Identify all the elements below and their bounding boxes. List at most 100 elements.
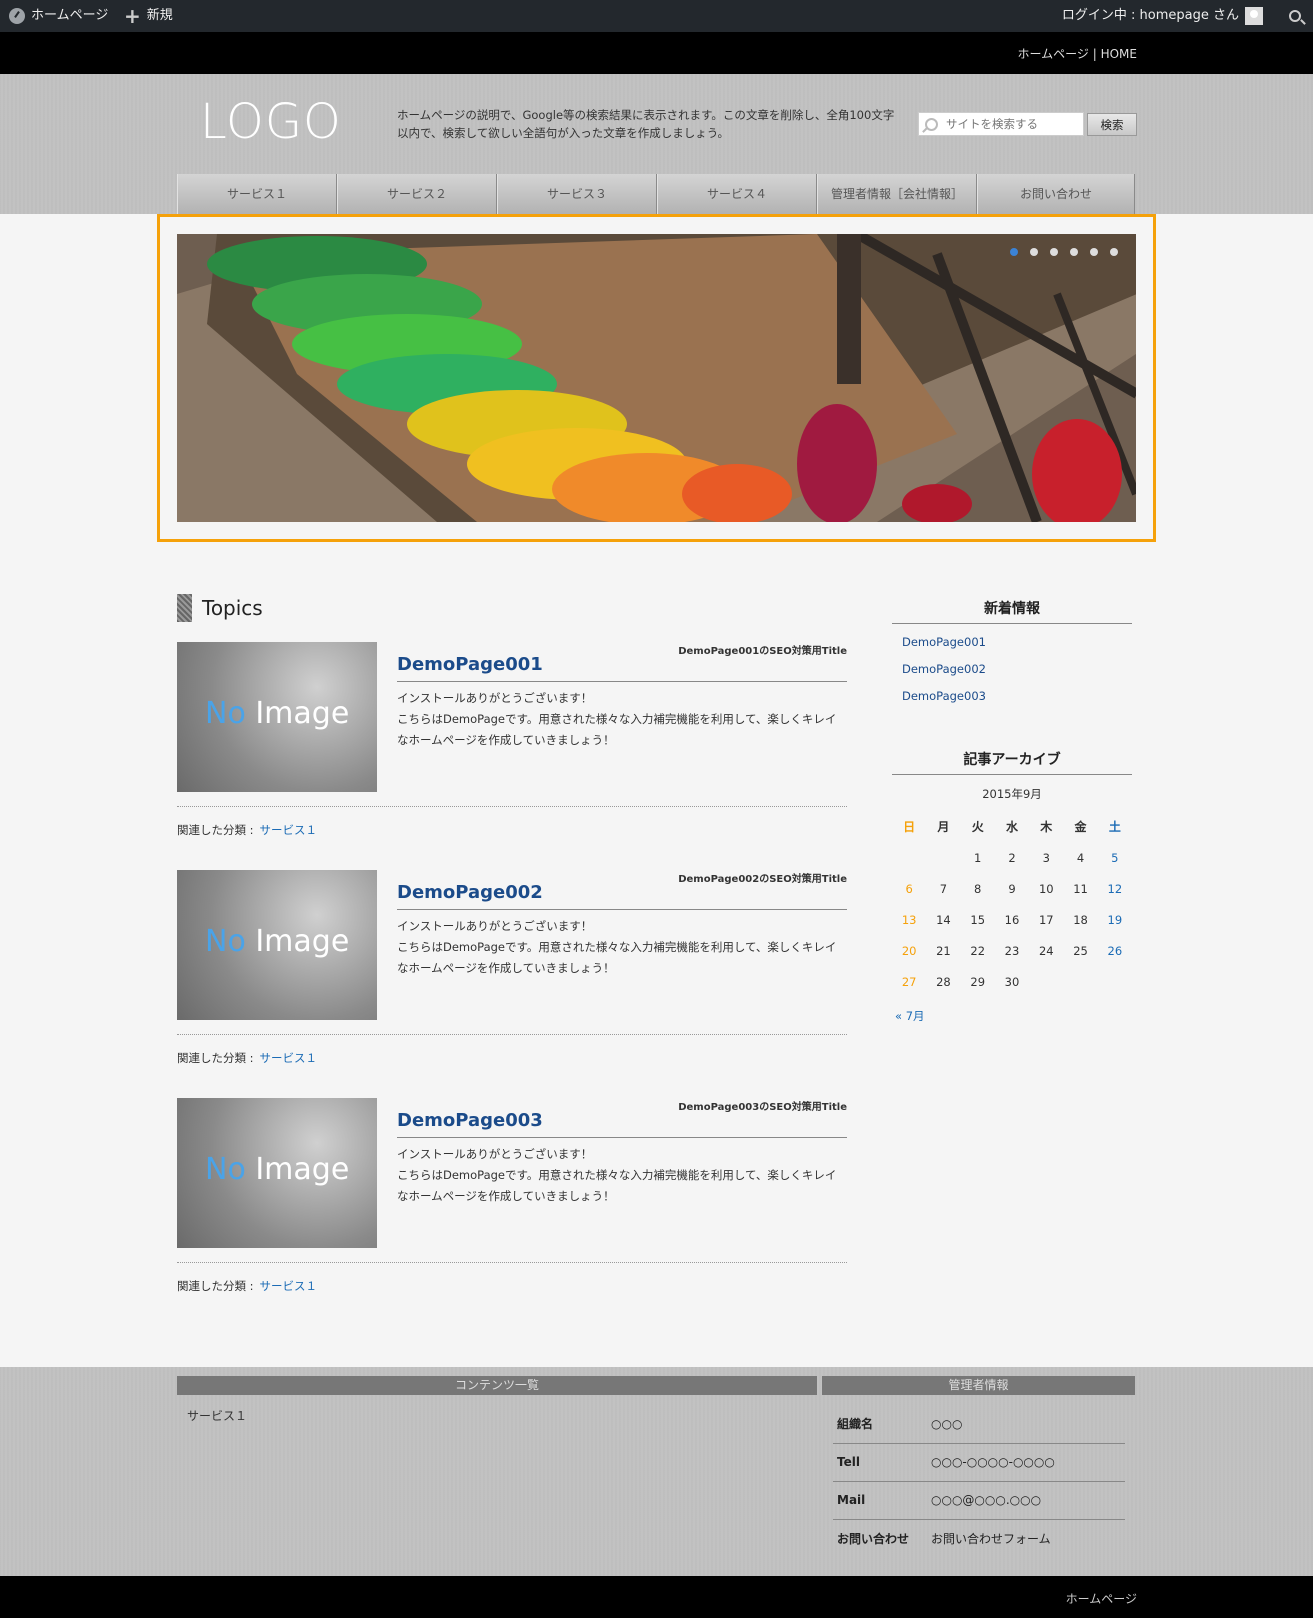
slider-dot-3[interactable] <box>1050 248 1058 256</box>
calendar-caption: 2015年9月 <box>982 787 1042 801</box>
calendar-table: 日月火水木金土 1 2 3 4 5 6 7 8 9 10 11 12 13 14 15 16 17 18 19 20 2… <box>892 810 1132 997</box>
post-category-link[interactable]: サービス１ <box>260 823 318 837</box>
post-thumbnail[interactable]: No Image <box>177 870 377 1020</box>
calendar-day: 24 <box>1038 943 1054 958</box>
post-category-link[interactable]: サービス１ <box>260 1279 318 1293</box>
slider-dot-2[interactable] <box>1030 248 1038 256</box>
nav-item-service2[interactable]: サービス２ <box>337 174 497 214</box>
top-home-link[interactable]: ホームページ | HOME <box>1018 45 1137 62</box>
calendar-day <box>1029 966 1063 997</box>
post-item: No Image DemoPage003のSEO対策用Title DemoPag… <box>177 1098 847 1298</box>
calendar-day <box>1063 966 1097 997</box>
admin-key: Mail <box>833 1481 931 1520</box>
table-row: Mail ○○○@○○○.○○○ <box>833 1481 1125 1520</box>
nav-item-admin-info[interactable]: 管理者情報［会社情報］ <box>817 174 977 214</box>
nav-item-service4[interactable]: サービス４ <box>657 174 817 214</box>
search-box[interactable] <box>918 112 1084 136</box>
no-image-text: No Image <box>205 1152 350 1187</box>
post-category: 関連した分類 : サービス１ <box>177 823 318 837</box>
admin-value: ○○○ <box>931 1405 1125 1444</box>
post-category: 関連した分類 : サービス１ <box>177 1051 318 1065</box>
calendar-weekday: 土 <box>1108 819 1121 834</box>
admin-search-button[interactable] <box>1289 0 1301 32</box>
post-item: No Image DemoPage001のSEO対策用Title DemoPag… <box>177 642 847 842</box>
calendar-day: 8 <box>974 881 982 896</box>
post-title-link[interactable]: DemoPage002 <box>397 882 543 903</box>
site-logo[interactable]: LOGO <box>200 94 342 150</box>
calendar-day: 22 <box>970 943 986 958</box>
no-image-text: No Image <box>205 696 350 731</box>
dashboard-icon <box>9 8 25 24</box>
hero-slider[interactable] <box>177 234 1136 522</box>
calendar-day: 11 <box>1073 881 1088 896</box>
calendar-week: 20 21 22 23 24 25 26 <box>892 935 1132 966</box>
calendar-day: 18 <box>1073 912 1088 927</box>
calendar-day: 12 <box>1107 881 1123 896</box>
search-icon <box>925 117 938 131</box>
admin-account-menu[interactable]: ログイン中 : homepage さん <box>1062 0 1263 32</box>
calendar-day: 25 <box>1073 943 1088 958</box>
calendar-day: 6 <box>905 881 913 896</box>
calendar-day <box>1098 966 1132 997</box>
calendar-day: 7 <box>939 881 948 896</box>
admin-home-label: ホームページ <box>31 8 109 23</box>
post-title-rule <box>397 1137 847 1138</box>
calendar-day: 20 <box>901 943 917 958</box>
archive-rule <box>892 774 1132 775</box>
calendar-prev-month-link[interactable]: « 7月 <box>895 1008 925 1024</box>
post-title-link[interactable]: DemoPage003 <box>397 1110 543 1131</box>
slider-dot-4[interactable] <box>1070 248 1078 256</box>
admin-bar: ホームページ + 新規 ログイン中 : homepage さん <box>0 0 1313 32</box>
post-seo-title: DemoPage002のSEO対策用Title <box>678 874 847 885</box>
post-thumbnail[interactable]: No Image <box>177 1098 377 1248</box>
slider-dot-6[interactable] <box>1110 248 1118 256</box>
new-info-item[interactable]: DemoPage003 <box>902 687 986 714</box>
admin-contact-form-link[interactable]: お問い合わせフォーム <box>931 1519 1125 1557</box>
calendar-week: 27 28 29 30 <box>892 966 1132 997</box>
post-title-rule <box>397 909 847 910</box>
admin-value: ○○○@○○○.○○○ <box>931 1481 1125 1520</box>
admin-new-link[interactable]: + 新規 <box>124 0 173 32</box>
calendar-day: 26 <box>1107 943 1123 958</box>
table-row: 組織名 ○○○ <box>833 1405 1125 1444</box>
nav-item-service3[interactable]: サービス３ <box>497 174 657 214</box>
footer-content-item[interactable]: サービス１ <box>187 1409 247 1423</box>
nav-item-service1[interactable]: サービス１ <box>177 174 337 214</box>
heading-bar-icon <box>177 594 192 622</box>
calendar-week: 1 2 3 4 5 <box>892 842 1132 873</box>
calendar-weekday: 火 <box>971 819 984 834</box>
footer-admin-heading: 管理者情報 <box>822 1376 1135 1395</box>
archive-calendar: 2015年9月 日月火水木金土 1 2 3 4 5 6 7 8 9 10 11 12 13 14 15 16 1… <box>892 786 1132 997</box>
post-excerpt: インストールありがとうございます！ こちらはDemoPageです。用意された様々… <box>397 919 837 975</box>
calendar-day: 4 <box>1076 850 1085 865</box>
calendar-day <box>892 842 926 873</box>
slider-dot-5[interactable] <box>1090 248 1098 256</box>
bottom-bar: ホームページ <box>0 1576 1313 1618</box>
admin-home-link[interactable]: ホームページ <box>9 0 108 32</box>
bottom-home-link[interactable]: ホームページ <box>1066 1590 1137 1607</box>
table-row: お問い合わせ お問い合わせフォーム <box>833 1519 1125 1557</box>
post-thumbnail[interactable]: No Image <box>177 642 377 792</box>
search-input[interactable] <box>946 117 1076 131</box>
calendar-day: 9 <box>1008 881 1016 896</box>
calendar-day: 1 <box>974 850 982 865</box>
calendar-day: 10 <box>1038 881 1054 896</box>
calendar-day: 23 <box>1004 943 1020 958</box>
post-title-link[interactable]: DemoPage001 <box>397 654 543 675</box>
calendar-week: 13 14 15 16 17 18 19 <box>892 904 1132 935</box>
post-category-link[interactable]: サービス１ <box>260 1051 318 1065</box>
new-info-list: DemoPage001 DemoPage002 DemoPage003 <box>902 633 986 714</box>
search-button[interactable]: 検索 <box>1087 113 1137 136</box>
slider-dot-1[interactable] <box>1010 248 1018 256</box>
new-info-item[interactable]: DemoPage001 <box>902 633 986 660</box>
archive-title: 記事アーカイブ <box>963 752 1061 768</box>
post-seo-title: DemoPage003のSEO対策用Title <box>678 1102 847 1113</box>
post-divider <box>177 806 847 807</box>
nav-item-contact[interactable]: お問い合わせ <box>977 174 1135 214</box>
calendar-weekday: 水 <box>1005 819 1018 834</box>
plus-icon: + <box>124 4 141 28</box>
new-info-item[interactable]: DemoPage002 <box>902 660 986 687</box>
no-image-text: No Image <box>205 924 350 959</box>
calendar-day: 17 <box>1038 912 1054 927</box>
post-excerpt: インストールありがとうございます！ こちらはDemoPageです。用意された様々… <box>397 1147 837 1203</box>
